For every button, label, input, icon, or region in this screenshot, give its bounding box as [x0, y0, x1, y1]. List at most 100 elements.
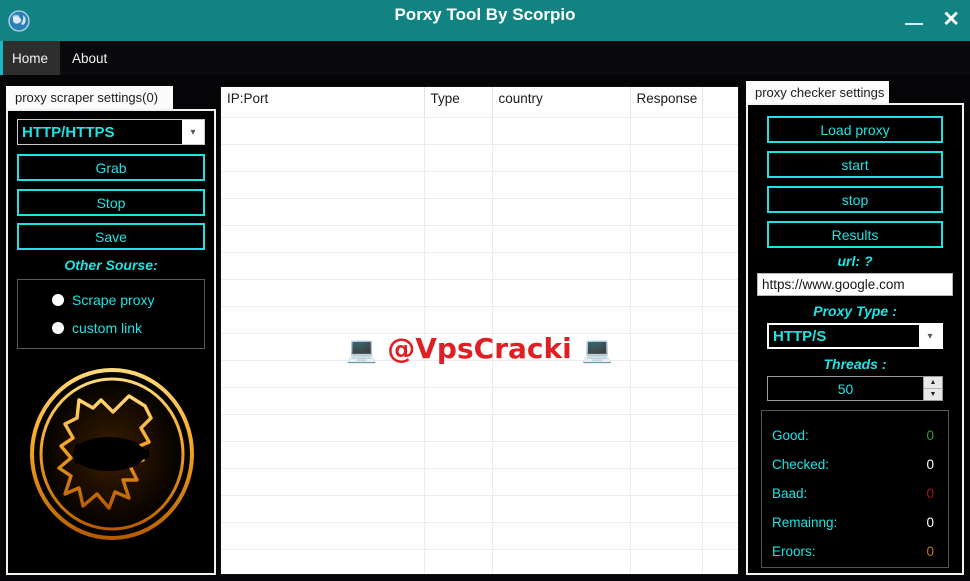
proxy-results-table[interactable]: IP:Port Type country Response 💻 @VpsCrac… [220, 86, 739, 575]
table-cell[interactable] [492, 440, 631, 468]
table-cell[interactable] [492, 278, 631, 306]
table-cell[interactable] [221, 224, 425, 252]
minimize-button[interactable] [902, 11, 926, 31]
load-proxy-button[interactable]: Load proxy [767, 116, 943, 143]
table-cell[interactable] [221, 332, 425, 360]
table-row[interactable] [221, 386, 738, 414]
radio-custom-link[interactable]: custom link [18, 314, 204, 342]
table-cell[interactable] [702, 494, 738, 522]
table-cell[interactable] [492, 224, 631, 252]
table-cell[interactable] [424, 413, 493, 441]
table-cell[interactable] [630, 494, 703, 522]
start-button[interactable]: start [767, 151, 943, 178]
table-row[interactable] [221, 197, 738, 225]
table-row[interactable] [221, 170, 738, 198]
table-cell[interactable] [424, 170, 493, 198]
table-cell[interactable] [702, 359, 738, 387]
table-cell[interactable] [424, 440, 493, 468]
table-cell[interactable] [221, 197, 425, 225]
table-cell[interactable] [424, 143, 493, 171]
table-cell[interactable] [492, 116, 631, 144]
grab-button[interactable]: Grab [17, 154, 205, 181]
caret-up-icon[interactable]: ▲ [924, 377, 942, 389]
results-button[interactable]: Results [767, 221, 943, 248]
table-cell[interactable] [630, 278, 703, 306]
table-cell[interactable] [424, 386, 493, 414]
table-cell[interactable] [221, 251, 425, 279]
table-cell[interactable] [630, 143, 703, 171]
table-row[interactable] [221, 116, 738, 144]
table-row[interactable] [221, 413, 738, 441]
table-cell[interactable] [702, 197, 738, 225]
table-cell[interactable] [702, 278, 738, 306]
table-cell[interactable] [221, 143, 425, 171]
table-cell[interactable] [221, 548, 425, 574]
table-cell[interactable] [492, 386, 631, 414]
tab-proxy-checker-settings[interactable]: proxy checker settings [746, 81, 889, 104]
table-cell[interactable] [492, 197, 631, 225]
close-button[interactable]: ✕ [942, 9, 960, 33]
table-cell[interactable] [630, 413, 703, 441]
table-cell[interactable] [702, 521, 738, 549]
table-cell[interactable] [630, 359, 703, 387]
table-cell[interactable] [221, 494, 425, 522]
table-cell[interactable] [630, 305, 703, 333]
menu-item-about[interactable]: About [60, 41, 119, 75]
table-cell[interactable] [630, 170, 703, 198]
table-cell[interactable] [702, 332, 738, 360]
column-header-type[interactable]: Type [424, 87, 493, 117]
column-header-response[interactable]: Response [630, 87, 703, 117]
table-cell[interactable] [424, 548, 493, 574]
table-row[interactable] [221, 521, 738, 549]
table-cell[interactable] [702, 548, 738, 574]
table-cell[interactable] [492, 359, 631, 387]
table-cell[interactable] [424, 359, 493, 387]
table-cell[interactable] [424, 467, 493, 495]
table-cell[interactable] [424, 278, 493, 306]
table-cell[interactable] [630, 440, 703, 468]
table-cell[interactable] [492, 521, 631, 549]
tab-proxy-scraper-settings[interactable]: proxy scraper settings(0) [6, 86, 173, 109]
table-cell[interactable] [424, 116, 493, 144]
table-cell[interactable] [221, 116, 425, 144]
table-cell[interactable] [702, 143, 738, 171]
checker-proxy-type-select[interactable]: HTTP/S ▾ [767, 323, 943, 349]
table-cell[interactable] [221, 359, 425, 387]
table-row[interactable] [221, 494, 738, 522]
column-header-extra[interactable] [702, 87, 738, 117]
table-row[interactable] [221, 359, 738, 387]
table-cell[interactable] [702, 440, 738, 468]
table-cell[interactable] [492, 332, 631, 360]
table-cell[interactable] [492, 251, 631, 279]
table-cell[interactable] [702, 251, 738, 279]
table-cell[interactable] [492, 494, 631, 522]
table-cell[interactable] [424, 251, 493, 279]
table-row[interactable] [221, 278, 738, 306]
menu-item-home[interactable]: Home [0, 41, 61, 75]
table-cell[interactable] [424, 224, 493, 252]
table-cell[interactable] [492, 548, 631, 574]
stop-scrape-button[interactable]: Stop [17, 189, 205, 216]
table-row[interactable] [221, 332, 738, 360]
table-cell[interactable] [221, 278, 425, 306]
table-cell[interactable] [492, 413, 631, 441]
url-input[interactable]: https://www.google.com [757, 273, 953, 296]
table-row[interactable] [221, 251, 738, 279]
table-cell[interactable] [492, 170, 631, 198]
table-cell[interactable] [221, 521, 425, 549]
table-row[interactable] [221, 467, 738, 495]
stop-button[interactable]: stop [767, 186, 943, 213]
table-cell[interactable] [492, 467, 631, 495]
table-cell[interactable] [221, 386, 425, 414]
table-cell[interactable] [221, 413, 425, 441]
table-row[interactable] [221, 440, 738, 468]
table-cell[interactable] [702, 116, 738, 144]
table-cell[interactable] [424, 521, 493, 549]
table-cell[interactable] [221, 305, 425, 333]
table-cell[interactable] [702, 467, 738, 495]
radio-scrape-proxy[interactable]: Scrape proxy [18, 286, 204, 314]
table-cell[interactable] [424, 332, 493, 360]
table-cell[interactable] [424, 305, 493, 333]
table-cell[interactable] [630, 197, 703, 225]
table-cell[interactable] [702, 305, 738, 333]
